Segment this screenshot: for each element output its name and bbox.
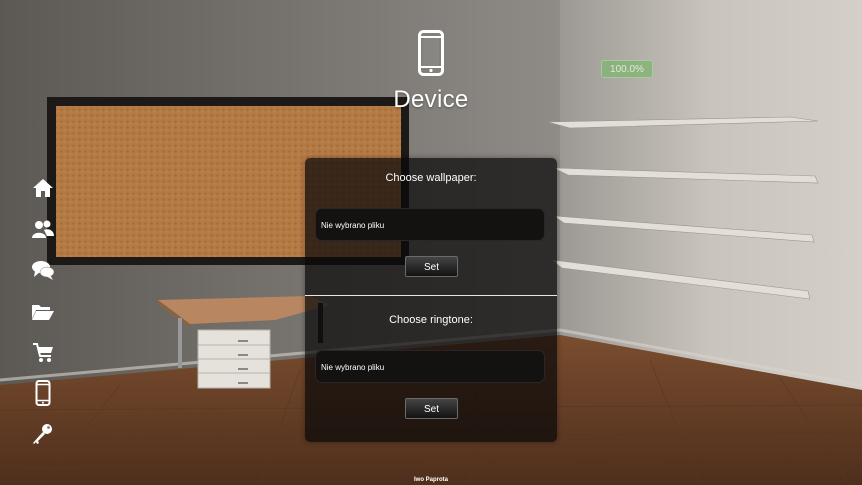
sidebar-item-files[interactable] (30, 298, 56, 324)
sidebar-item-users[interactable] (30, 216, 56, 242)
divider (305, 295, 557, 296)
users-icon (32, 220, 54, 238)
wallpaper-label: Choose wallpaper: (385, 172, 477, 184)
wallpaper-file-status: Nie wybrano pliku (321, 221, 385, 230)
device-settings-panel: Choose wallpaper: Nie wybrano pliku Set … (305, 158, 557, 442)
sidebar-item-shop[interactable] (30, 339, 56, 365)
ringtone-file-status: Nie wybrano pliku (321, 363, 385, 372)
home-icon (33, 179, 53, 197)
battery-indicator: 100.0% (601, 60, 653, 78)
footer-author: Iwo Paprota (413, 477, 448, 483)
key-icon (33, 424, 52, 444)
sidebar-nav (30, 175, 56, 462)
sidebar-item-chat[interactable] (30, 257, 56, 283)
page-title: Device (393, 86, 469, 113)
folder-open-icon (32, 305, 54, 320)
ringtone-label: Choose ringtone: (389, 314, 473, 326)
sidebar-item-settings[interactable] (30, 421, 56, 447)
smartphone-icon (418, 30, 444, 76)
wallpaper-file-input[interactable]: Nie wybrano pliku (315, 208, 545, 241)
sidebar-item-device[interactable] (30, 380, 56, 406)
ringtone-file-input[interactable]: Nie wybrano pliku (315, 350, 545, 383)
smartphone-icon (35, 380, 51, 406)
shopping-cart-icon (33, 343, 53, 362)
chat-icon (32, 261, 55, 280)
ringtone-set-button[interactable]: Set (405, 398, 458, 419)
wallpaper-set-button[interactable]: Set (405, 256, 458, 277)
page-header: Device (331, 30, 531, 114)
sidebar-item-home[interactable] (30, 175, 56, 201)
